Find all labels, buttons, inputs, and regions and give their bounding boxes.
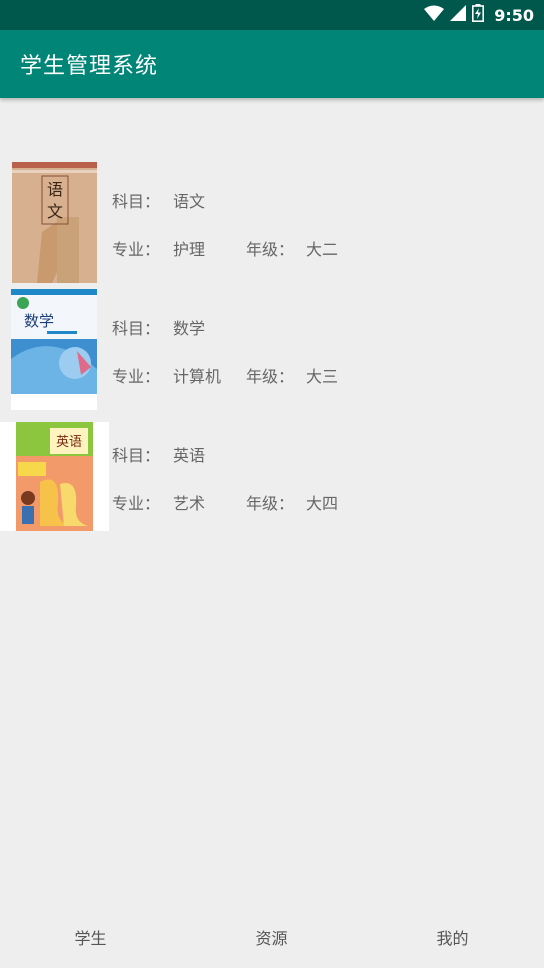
svg-text:数学: 数学 [24, 312, 54, 330]
subject-value: 语文 [173, 192, 206, 211]
status-bar: 9:50 [0, 0, 544, 30]
grade-label: 年级： [246, 494, 295, 513]
list-item[interactable]: 语 文 科目： 语文 专业： 护理 年级： 大二 [0, 162, 544, 283]
wifi-icon [424, 5, 445, 25]
app-bar: 学生管理系统 [0, 30, 544, 98]
grade-label: 年级： [246, 367, 295, 386]
major-label: 专业： [112, 494, 161, 513]
major-value: 计算机 [173, 367, 222, 386]
major-label: 专业： [112, 367, 161, 386]
major-label: 专业： [112, 240, 161, 259]
battery-icon [472, 4, 485, 26]
grade-value: 大四 [306, 494, 339, 513]
chinese-textbook-cover: 语 文 [12, 162, 97, 283]
list-item[interactable]: 英语 科目： 英语 专业： 艺术 年级： 大四 [0, 416, 544, 531]
app-title: 学生管理系统 [20, 54, 159, 79]
major-value: 护理 [173, 240, 206, 259]
svg-text:文: 文 [47, 202, 63, 221]
bottom-nav: 学生 资源 我的 [0, 905, 544, 968]
tab-resources[interactable]: 资源 [181, 905, 362, 968]
math-textbook-cover: 数学 [11, 289, 97, 410]
list-item[interactable]: 数学 科目： 数学 专业： 计算机 年级： 大三 [0, 289, 544, 410]
grade-value: 大二 [306, 240, 339, 259]
major-value: 艺术 [173, 494, 206, 513]
subject-label: 科目： [112, 319, 161, 338]
status-icons: 9:50 [424, 0, 534, 30]
svg-text:英语: 英语 [56, 435, 82, 450]
tab-students[interactable]: 学生 [0, 905, 181, 968]
subject-value: 数学 [173, 319, 206, 338]
subject-label: 科目： [112, 192, 161, 211]
grade-value: 大三 [306, 367, 339, 386]
svg-text:语: 语 [47, 180, 63, 199]
status-time: 9:50 [494, 5, 534, 25]
tab-mine[interactable]: 我的 [362, 905, 543, 968]
subject-label: 科目： [112, 446, 161, 465]
grade-label: 年级： [246, 240, 295, 259]
cell-signal-icon [450, 5, 467, 25]
subject-value: 英语 [173, 446, 206, 465]
english-textbook-cover: 英语 [0, 422, 109, 531]
